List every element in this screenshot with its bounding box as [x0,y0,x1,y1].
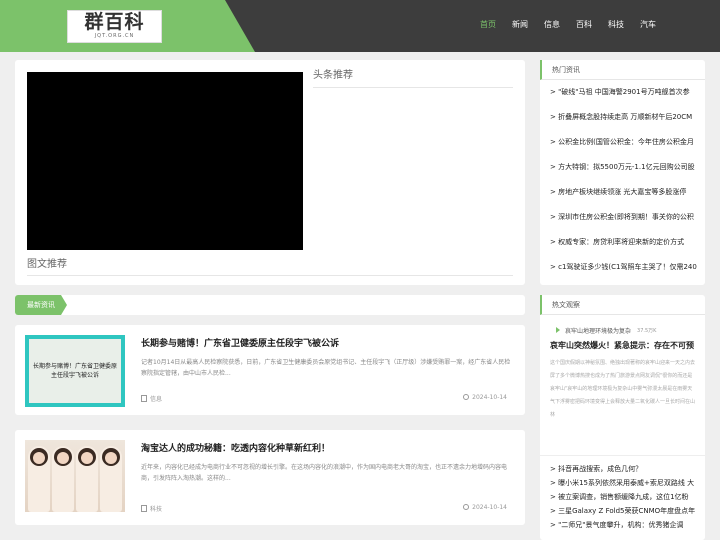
article-meta: 信息 2024-10-14 [141,394,507,403]
hot-news-item[interactable]: > 深圳市住房公积金(即将到期！事关你的公积 [540,205,705,230]
nav-tech[interactable]: 科技 [600,0,632,52]
article-category[interactable]: 科技 [141,504,162,513]
hot-news-title: 热门资讯 [540,60,705,80]
hot-views-item[interactable]: > 被立案调查，销售额缓降九成，这位1亿粉 [540,490,705,504]
thumbnail-figure [52,446,74,512]
thumbnail-figure [28,446,50,512]
clock-icon [463,504,470,510]
clock-icon [463,394,470,400]
folder-icon [141,505,147,512]
folder-icon [141,395,147,402]
article-thumbnail[interactable] [25,440,125,512]
hot-news-panel: 热门资讯 > "破线"马祖 中国海警2901号万吨舰首次参 > 折叠屏概念股持续… [540,60,705,285]
hot-views-item[interactable]: > 曝小米15系列依然采用泰威+索尼双路线 大 [540,476,705,490]
hot-views-item[interactable]: > 抖音再战搜索，成色几何？ [540,462,705,476]
hot-news-list: > "破线"马祖 中国海警2901号万吨舰首次参 > 折叠屏概念股持续走高 万顺… [540,80,705,280]
article-date: 2024-10-14 [463,504,507,513]
article-category[interactable]: 信息 [141,394,162,403]
article-summary: 近年来，内容化已经成为电商行业不可忽视的增长引擎。在这场内容化的浪潮中，作为国内… [141,464,508,482]
featured-media[interactable] [27,72,303,250]
site-header: 群百科 JQT.ORG.CN 首页 新闻 信息 百科 科技 汽车 [0,0,720,52]
nav-news[interactable]: 新闻 [504,0,536,52]
thumbnail-caption: 长期参与赌博！广东省卫健委原主任段宇飞被公诉 [29,339,121,403]
hot-news-item[interactable]: > 折叠屏概念股持续走高 万顺新材午后20CM [540,105,705,130]
article-category-label: 信息 [150,396,163,403]
logo-text: 群百科 [84,11,145,33]
featured-article-title[interactable]: 哀牢山突然爆火！紧急提示：存在不可预 [540,337,705,351]
article-card: 长期参与赌博！广东省卫健委原主任段宇飞被公诉 长期参与赌博！广东省卫健委原主任段… [15,325,525,415]
hot-views-item[interactable]: > 三星Galaxy Z Fold5荣获CNMO年度盘点年 [540,504,705,518]
article-card: 淘宝达人的成功秘籍：吃透内容化种草新红利！ 近年来，内容化已经成为电商行业不可忽… [15,430,525,525]
article-summary: 记者10月14日从最高人民检察院获悉，日前，广东省卫生健康委员会原党组书记、主任… [141,359,511,377]
headline-section-title: 头条推荐 [313,68,513,88]
article-title[interactable]: 淘宝达人的成功秘籍：吃透内容化种草新红利！ [141,441,330,454]
nav-wiki[interactable]: 百科 [568,0,600,52]
hot-news-item[interactable]: > 权威专家：房贷利率将迎来新的定价方式 [540,230,705,255]
video-meta[interactable]: 哀牢山地理环境极为复杂 37.5万K [540,315,705,337]
article-meta: 科技 2024-10-14 [141,504,507,513]
nav-info[interactable]: 信息 [536,0,568,52]
hot-news-item[interactable]: > 公积金比例(国管公积金：今年住房公积金月 [540,130,705,155]
hot-views-item[interactable]: > "二师兄"景气度攀升，机构：优秀猪企调 [540,518,705,532]
article-date: 2024-10-14 [463,394,507,403]
logo-subtext: JQT.ORG.CN [94,33,135,39]
video-view-count: 37.5万K [637,327,657,334]
article-category-label: 科技 [150,506,163,513]
play-icon [556,327,560,333]
hot-views-title: 热文观察 [540,295,705,315]
thumbnail-figure [76,446,98,512]
hot-news-item[interactable]: > "破线"马祖 中国海警2901号万吨舰首次参 [540,80,705,105]
nav-auto[interactable]: 汽车 [632,0,664,52]
latest-news-header: 最新资讯 [15,295,525,315]
main-nav: 首页 新闻 信息 百科 科技 汽车 [472,0,664,52]
thumbnail-figure [100,446,122,512]
video-title: 哀牢山地理环境极为复杂 [565,327,632,335]
hot-views-list: > 抖音再战搜索，成色几何？ > 曝小米15系列依然采用泰威+索尼双路线 大 >… [540,455,705,532]
nav-home[interactable]: 首页 [472,0,504,52]
latest-news-tab[interactable]: 最新资讯 [15,295,67,315]
article-title[interactable]: 长期参与赌博！广东省卫健委原主任段宇飞被公诉 [141,336,339,349]
picture-section-title: 图文推荐 [27,258,513,276]
feature-panel: 头条推荐 图文推荐 [15,60,525,285]
featured-article-summary: 这个国庆假期以神秘氛围、绝独出现著称的哀牢山迎来一天之内去屏了多个微博热搜也成为… [550,360,696,418]
site-logo[interactable]: 群百科 JQT.ORG.CN [67,10,162,43]
hot-news-item[interactable]: > 方大特钢：拟5500万元-1.1亿元回购公司股 [540,155,705,180]
article-date-label: 2024-10-14 [472,394,507,401]
hot-news-item[interactable]: > 房地产板块继续领涨 光大嘉宝等多股涨停 [540,180,705,205]
article-thumbnail[interactable]: 长期参与赌博！广东省卫健委原主任段宇飞被公诉 [25,335,125,407]
hot-news-item[interactable]: > c1驾驶证多少钱(C1驾照车主哭了！仅需240 [540,255,705,280]
hot-views-panel: 热文观察 哀牢山地理环境极为复杂 37.5万K 哀牢山突然爆火！紧急提示：存在不… [540,295,705,540]
article-date-label: 2024-10-14 [472,504,507,511]
